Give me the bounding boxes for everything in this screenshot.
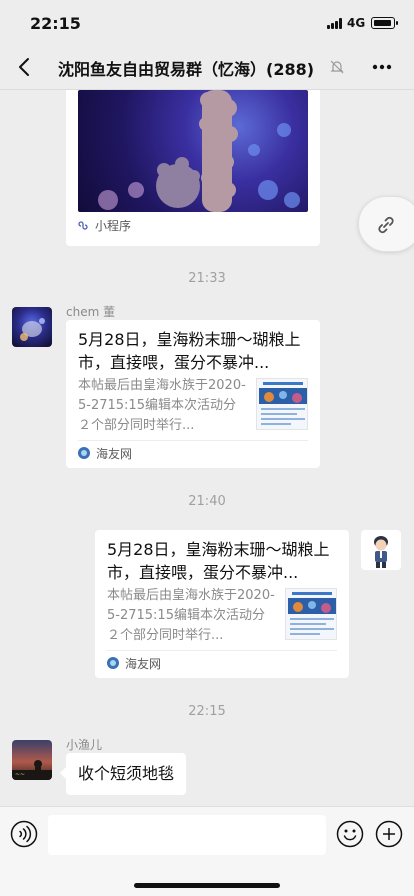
link-card-description: 本帖最后由皇海水族于2020-5-2715:15编辑本次活动分２个部分同时举行.…: [78, 378, 246, 433]
coral-photo: [78, 90, 308, 212]
link-card-source: 海友网: [78, 444, 132, 462]
time-divider: 21:33: [188, 271, 226, 286]
avatar[interactable]: [361, 530, 401, 570]
voice-button[interactable]: [10, 820, 38, 848]
sender-name: 小渔儿: [66, 738, 103, 752]
mute-bell-icon: [329, 59, 345, 75]
plus-button[interactable]: [375, 820, 403, 848]
signal-icon: [327, 18, 343, 29]
link-card-source: 海友网: [107, 654, 161, 672]
back-icon[interactable]: [14, 56, 36, 78]
emoji-icon: [336, 820, 364, 848]
link-card-description: 本帖最后由皇海水族于2020-5-2715:15编辑本次活动分２个部分同时举行.…: [107, 588, 275, 643]
link-icon: [378, 216, 394, 234]
more-icon[interactable]: [370, 56, 394, 78]
link-card-source-label: 海友网: [125, 656, 162, 671]
chat-header: 沈阳鱼友自由贸易群（忆海）(288): [0, 44, 414, 90]
source-icon: [107, 657, 119, 669]
link-card[interactable]: 5月28日，皇海粉末珊～瑚粮上市，直接喂，蛋分不暴冲... 本帖最后由皇海水族于…: [95, 530, 349, 678]
link-card-source-label: 海友网: [96, 446, 133, 461]
floating-link-button[interactable]: [358, 196, 414, 252]
message-bubble[interactable]: 收个短须地毯: [59, 753, 187, 795]
battery-icon: [371, 17, 398, 29]
link-card-thumbnail: [256, 378, 308, 430]
input-bar: [0, 806, 414, 896]
mini-program-label-row: 小程序: [78, 216, 131, 234]
time-divider: 22:15: [188, 704, 226, 719]
link-card[interactable]: 5月28日，皇海粉末珊～瑚粮上市，直接喂，蛋分不暴冲... 本帖最后由皇海水族于…: [66, 320, 320, 468]
status-bar: 22:15 4G: [0, 0, 414, 44]
avatar[interactable]: [12, 307, 52, 347]
avatar[interactable]: ~~: [12, 740, 52, 780]
status-time: 22:15: [30, 14, 81, 33]
sender-name: chem 董: [66, 305, 116, 319]
link-card-title: 5月28日，皇海粉末珊～瑚粮上市，直接喂，蛋分不暴冲...: [107, 540, 330, 582]
mini-program-icon: [78, 221, 88, 230]
link-card-thumbnail: [285, 588, 337, 640]
message-input[interactable]: [48, 815, 326, 855]
plus-icon: [375, 820, 403, 848]
source-icon: [78, 447, 90, 459]
voice-icon: [10, 820, 38, 848]
mini-program-card[interactable]: 小程序: [66, 90, 320, 246]
mini-program-label: 小程序: [95, 218, 132, 233]
emoji-button[interactable]: [336, 820, 364, 848]
svg-text:~~: ~~: [15, 771, 25, 778]
network-label: 4G: [347, 16, 366, 30]
chat-title: 沈阳鱼友自由贸易群（忆海）(288): [58, 60, 315, 79]
message-list[interactable]: 小程序 21:33 chem 董 5月28日，皇海粉末珊～瑚粮上市，直接喂，蛋分…: [0, 90, 414, 806]
link-card-title: 5月28日，皇海粉末珊～瑚粮上市，直接喂，蛋分不暴冲...: [78, 330, 301, 372]
time-divider: 21:40: [188, 494, 226, 509]
home-indicator: [134, 883, 280, 888]
